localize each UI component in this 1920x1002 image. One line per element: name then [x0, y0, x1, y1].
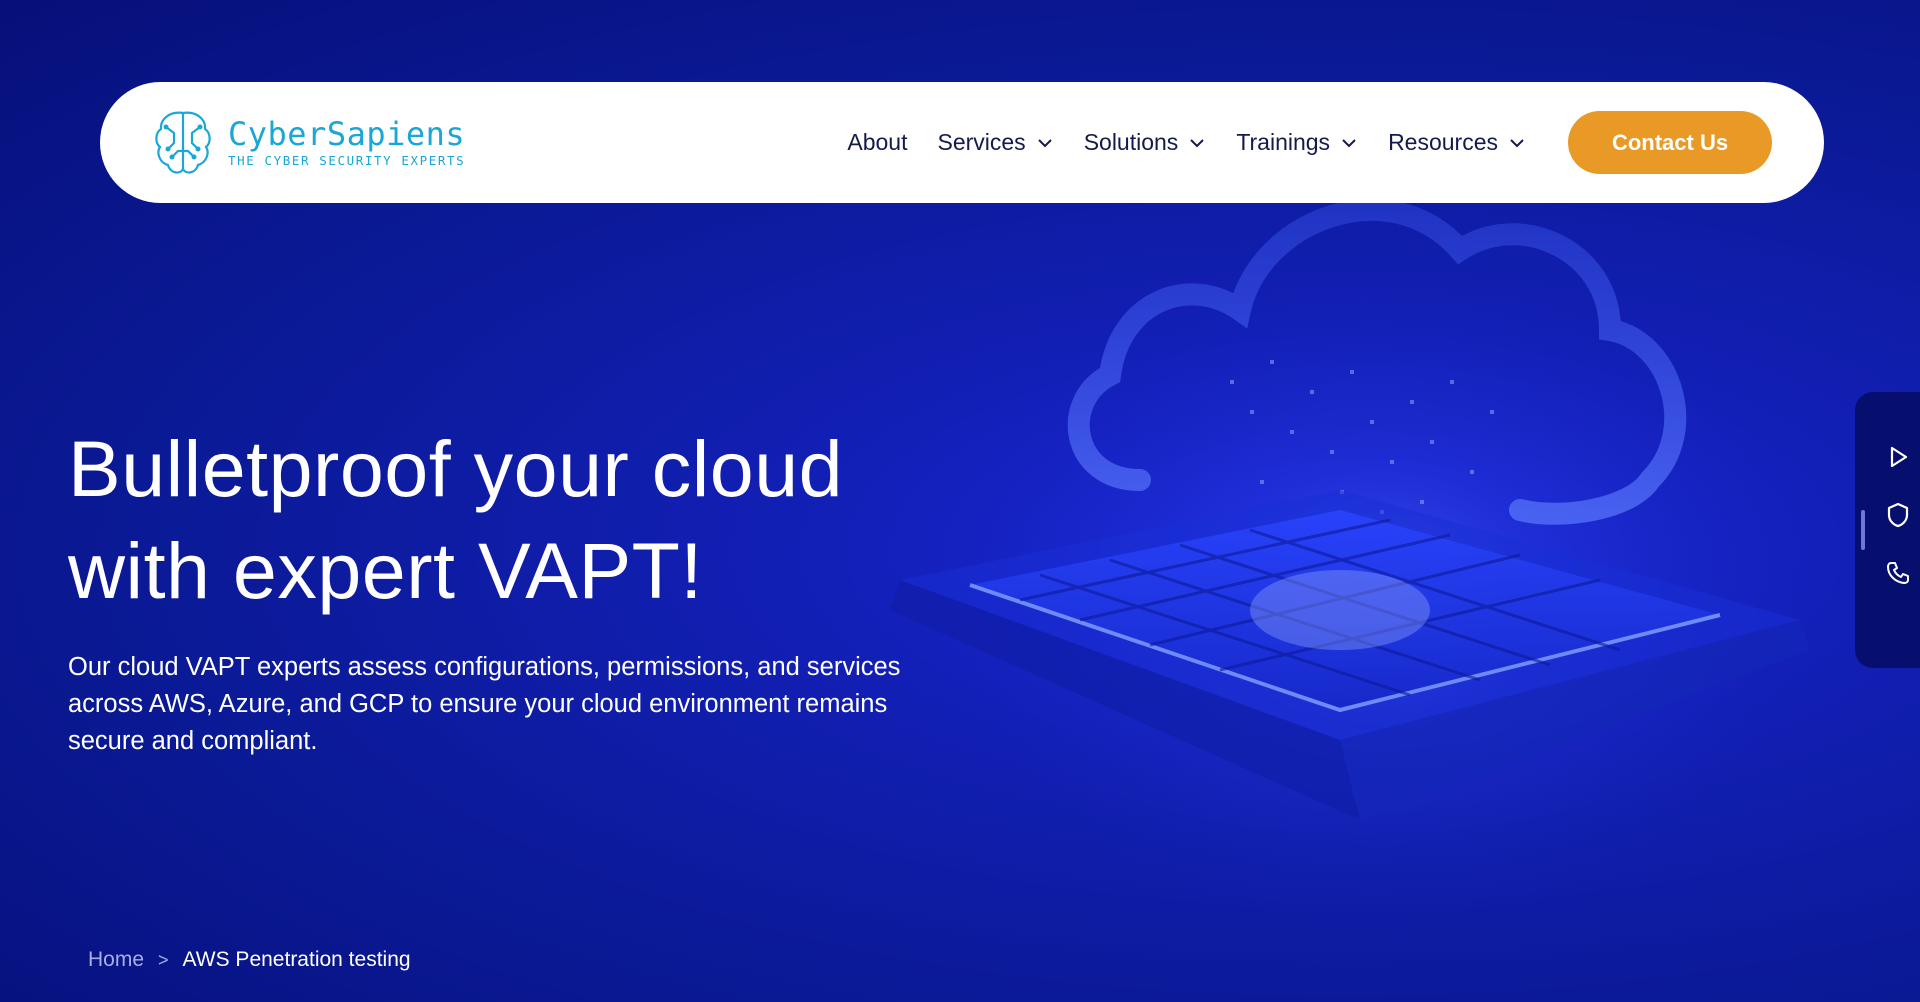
nav-item-label: Services	[937, 129, 1026, 155]
play-icon[interactable]	[1883, 442, 1913, 472]
nav-item-label: Trainings	[1236, 129, 1331, 155]
side-floating-bar	[1855, 392, 1920, 668]
nav-item-label: Resources	[1388, 129, 1498, 155]
breadcrumb-current: AWS Penetration testing	[182, 948, 411, 971]
phone-icon[interactable]	[1883, 558, 1913, 588]
breadcrumb-home-link[interactable]: Home	[88, 948, 144, 972]
hero-title-line-2: with expert VAPT!	[68, 526, 703, 615]
contact-us-button[interactable]: Contact Us	[1568, 111, 1772, 174]
nav-item-solutions[interactable]: Solutions	[1084, 129, 1207, 156]
breadcrumb: Home > AWS Penetration testing	[88, 948, 411, 972]
nav-item-services[interactable]: Services	[937, 129, 1053, 156]
brain-logo-icon	[155, 111, 211, 174]
nav-item-resources[interactable]: Resources	[1388, 129, 1526, 156]
breadcrumb-separator: >	[158, 949, 169, 970]
chevron-down-icon	[1342, 138, 1356, 147]
side-bar-scroll-indicator	[1861, 510, 1865, 550]
hero-description: Our cloud VAPT experts assess configurat…	[68, 653, 901, 755]
main-nav: About Services Solutions Trainings Resou…	[847, 111, 1772, 174]
brand-tagline: THE CYBER SECURITY EXPERTS	[228, 153, 466, 168]
hero-title-line-1: Bulletproof your cloud	[68, 424, 844, 513]
brand-text: CyberSapiens THE CYBER SECURITY EXPERTS	[228, 116, 465, 169]
top-navbar: CyberSapiens THE CYBER SECURITY EXPERTS …	[100, 82, 1824, 203]
brand-logo[interactable]: CyberSapiens THE CYBER SECURITY EXPERTS	[152, 107, 465, 179]
nav-item-trainings[interactable]: Trainings	[1236, 129, 1358, 156]
chevron-down-icon	[1190, 138, 1205, 147]
hero-title: Bulletproof your cloud with expert VAPT!	[68, 418, 1068, 622]
brand-name: CyberSapiens	[228, 115, 466, 153]
chevron-down-icon	[1510, 138, 1524, 147]
nav-item-about[interactable]: About	[847, 129, 907, 156]
nav-item-label: About	[847, 129, 908, 155]
nav-item-label: Solutions	[1083, 129, 1179, 155]
shield-icon[interactable]	[1883, 500, 1913, 530]
chevron-down-icon	[1037, 138, 1052, 147]
page: CyberSapiens THE CYBER SECURITY EXPERTS …	[0, 0, 1920, 1002]
